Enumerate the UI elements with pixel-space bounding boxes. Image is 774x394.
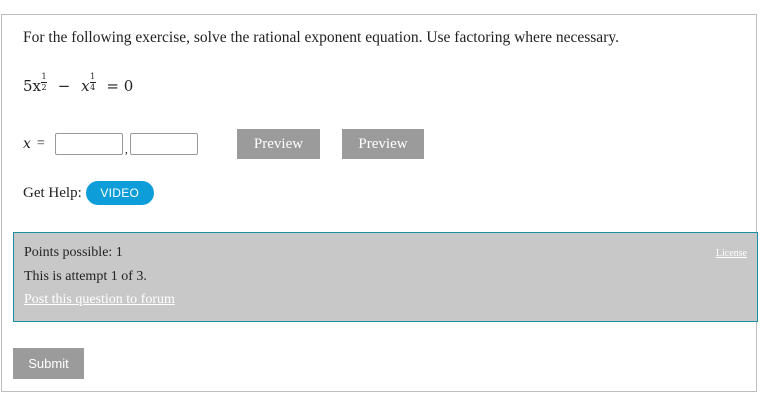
exponent-2-numerator: 1 <box>90 72 96 81</box>
question-container: For the following exercise, solve the ra… <box>1 14 758 392</box>
answer-field-1[interactable] <box>54 133 123 155</box>
answer-variable: x <box>23 136 31 152</box>
license-link[interactable]: License <box>716 248 747 259</box>
preview-button-1[interactable]: Preview <box>237 129 320 159</box>
exponent-1-numerator: 1 <box>41 72 47 81</box>
answer-separator: , <box>124 141 128 156</box>
equation: 5x 1 2 − x14 = 0 <box>23 73 134 98</box>
exponent-1: 12 <box>41 72 48 92</box>
video-button[interactable]: VIDEO <box>85 181 154 205</box>
question-info-box: Points possible: 1 This is attempt 1 of … <box>13 232 758 322</box>
answer-equals: = <box>36 136 45 151</box>
minus-sign: − <box>57 77 71 95</box>
answer-row: x = , Preview Preview <box>23 129 424 159</box>
preview-button-2[interactable]: Preview <box>342 129 424 159</box>
points-possible: Points possible: 1 <box>24 245 123 260</box>
exponent-2-denominator: 4 <box>90 83 96 92</box>
equation-term2: x <box>81 77 90 95</box>
answer-field-2[interactable] <box>129 133 198 155</box>
question-prompt: For the following exercise, solve the ra… <box>23 29 619 46</box>
help-row: Get Help: VIDEO <box>23 181 154 205</box>
exponent-1-denominator: 2 <box>41 83 47 92</box>
equation-rhs: = 0 <box>106 77 134 95</box>
help-label: Get Help: <box>23 184 82 201</box>
submit-button[interactable]: Submit <box>13 348 84 379</box>
question-body: For the following exercise, solve the ra… <box>14 15 758 233</box>
equation-term1: 5x <box>23 77 42 95</box>
forum-link[interactable]: Post this question to forum <box>24 292 175 308</box>
exponent-2: 14 <box>89 72 96 92</box>
attempt-count: This is attempt 1 of 3. <box>24 269 147 284</box>
